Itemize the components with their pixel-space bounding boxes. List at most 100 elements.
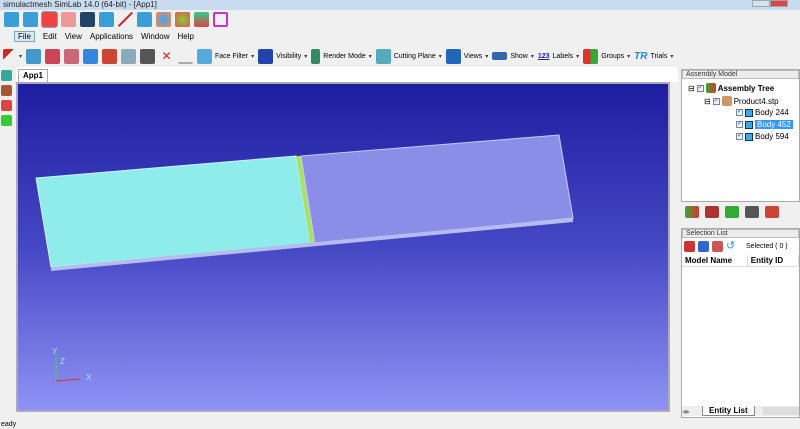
line-icon[interactable] <box>118 12 133 27</box>
face-filter-button[interactable]: Face Filter ▾ <box>197 48 254 64</box>
delete-x-icon[interactable]: ✕ <box>159 49 174 64</box>
status-bar: eady <box>1 421 17 428</box>
fit-icon[interactable] <box>83 48 99 64</box>
root-label: Assembly Tree <box>717 83 775 93</box>
minimize-button[interactable] <box>752 0 770 7</box>
column-model-name[interactable]: Model Name <box>682 255 748 267</box>
body-right <box>300 134 574 245</box>
home-icon[interactable] <box>712 241 723 252</box>
column-entity-id[interactable]: Entity ID <box>747 255 800 267</box>
analysis-icon[interactable] <box>1 100 12 111</box>
zoom-icon[interactable] <box>64 48 80 64</box>
tree-body-594[interactable]: ✓ Body 594 <box>736 132 789 141</box>
show-button[interactable]: Show ▾ <box>492 52 534 60</box>
undo-icon[interactable]: ↺ <box>726 241 737 252</box>
render-mode-button[interactable]: Render Mode ▾ <box>311 48 372 64</box>
tab-app1[interactable]: App1 <box>18 69 48 82</box>
tree-product[interactable]: ⊟ ✓ Product4.stp <box>704 96 779 106</box>
mesh-cube-icon[interactable] <box>80 12 95 27</box>
labels-button[interactable]: 123 Labels ▾ <box>538 53 579 60</box>
views-icon <box>445 48 461 64</box>
views-button[interactable]: Views ▾ <box>445 48 488 64</box>
menu-applications[interactable]: Applications <box>90 32 133 41</box>
axis-icon[interactable] <box>194 12 209 27</box>
snapshot-icon[interactable] <box>140 48 156 64</box>
tree-root[interactable]: ⊟ ✓ Assembly Tree <box>688 83 774 93</box>
dropdown-arrow: ▾ <box>670 53 674 60</box>
groups-button[interactable]: Groups ▾ <box>583 48 631 64</box>
cutting-plane-button[interactable]: Cutting Plane ▾ <box>375 48 442 64</box>
checkbox[interactable]: ✓ <box>736 121 743 128</box>
assembly-tab-icon[interactable] <box>685 206 699 218</box>
checkbox[interactable]: ✓ <box>736 133 743 140</box>
node-icon[interactable] <box>156 12 171 27</box>
x-axis-line <box>55 378 81 382</box>
tab-icon-4[interactable] <box>745 206 759 218</box>
document-tabs: App1 <box>16 67 678 82</box>
tree-body-452[interactable]: ✓ Body 452 <box>736 120 793 129</box>
bar-chart-icon[interactable] <box>178 49 194 64</box>
cube-cut-icon[interactable] <box>137 12 152 27</box>
checkbox[interactable]: ✓ <box>696 84 704 92</box>
tab-icon-5[interactable] <box>765 206 779 218</box>
menu-file[interactable]: File <box>14 31 35 42</box>
part-icon[interactable] <box>1 85 12 96</box>
mesh-icon[interactable] <box>1 70 12 81</box>
dropdown-arrow: ▾ <box>576 53 580 60</box>
assembly-header: Assembly Model <box>682 70 799 79</box>
groups-icon <box>583 48 599 64</box>
selection-table: Model Name Entity ID <box>682 255 800 267</box>
results-icon[interactable] <box>1 115 12 126</box>
title-bar: simulactmesh SimLab 14.0 (64-bit) - [App… <box>0 0 800 10</box>
tab-icon-3[interactable] <box>725 206 739 218</box>
labels-icon: 123 <box>537 52 550 60</box>
dropdown-arrow: ▾ <box>368 53 372 60</box>
window-title: simulactmesh SimLab 14.0 (64-bit) - [App… <box>3 0 157 9</box>
rotate-icon[interactable] <box>26 48 42 64</box>
graph-icon[interactable] <box>175 12 190 27</box>
menu-view[interactable]: View <box>65 32 82 41</box>
cube-edge-icon[interactable] <box>23 12 38 27</box>
product-icon <box>721 96 732 106</box>
cutting-plane-label: Cutting Plane <box>393 52 436 60</box>
horizontal-scrollbar[interactable] <box>762 407 799 415</box>
body-icon <box>745 120 753 129</box>
zoom-box-icon[interactable] <box>45 48 61 64</box>
dropdown-arrow: ▾ <box>19 53 23 60</box>
select-icon[interactable] <box>698 241 709 252</box>
assembly-model-panel: Assembly Model ⊟ ✓ Assembly Tree ⊟ ✓ Product… <box>681 69 800 202</box>
select-arrow-icon[interactable] <box>3 48 15 64</box>
menu-edit[interactable]: Edit <box>43 32 57 41</box>
left-toolbar <box>0 66 14 421</box>
trials-label: Trials <box>650 52 668 60</box>
body-icon <box>745 108 753 117</box>
cube-body-icon[interactable] <box>61 12 76 27</box>
show-label: Show <box>510 52 528 60</box>
cube-face-icon[interactable] <box>41 11 58 28</box>
face-filter-label: Face Filter <box>215 52 249 60</box>
beam-icon[interactable] <box>213 12 228 27</box>
visibility-button[interactable]: Visibility ▾ <box>258 48 308 64</box>
trials-icon: TR <box>634 50 648 62</box>
clear-icon[interactable] <box>684 241 695 252</box>
trials-button[interactable]: TR Trials ▾ <box>634 51 673 62</box>
3d-viewport[interactable]: Y Z X <box>16 82 670 412</box>
camera-icon[interactable] <box>102 48 118 64</box>
dropdown-arrow: ▾ <box>304 53 308 60</box>
swap-icon[interactable] <box>121 48 137 64</box>
tab-icon-2[interactable] <box>705 206 719 218</box>
checkbox[interactable]: ✓ <box>712 97 720 105</box>
tab-entity-list[interactable]: Entity List <box>702 406 755 416</box>
panel-tabs <box>681 203 800 221</box>
close-button[interactable] <box>770 0 788 7</box>
cube-vertex-icon[interactable] <box>4 12 19 27</box>
tree-body-244[interactable]: ✓ Body 244 <box>736 108 789 117</box>
cube-diagonal-icon[interactable] <box>99 12 114 27</box>
dropdown-arrow: ▾ <box>627 53 631 60</box>
body-label: Body 594 <box>755 132 789 141</box>
dropdown-arrow: ▾ <box>438 53 442 60</box>
checkbox[interactable]: ✓ <box>736 109 743 116</box>
tab-scroll-arrows[interactable]: ◂▸ <box>682 407 702 416</box>
menu-help[interactable]: Help <box>177 32 193 41</box>
menu-window[interactable]: Window <box>141 32 169 41</box>
